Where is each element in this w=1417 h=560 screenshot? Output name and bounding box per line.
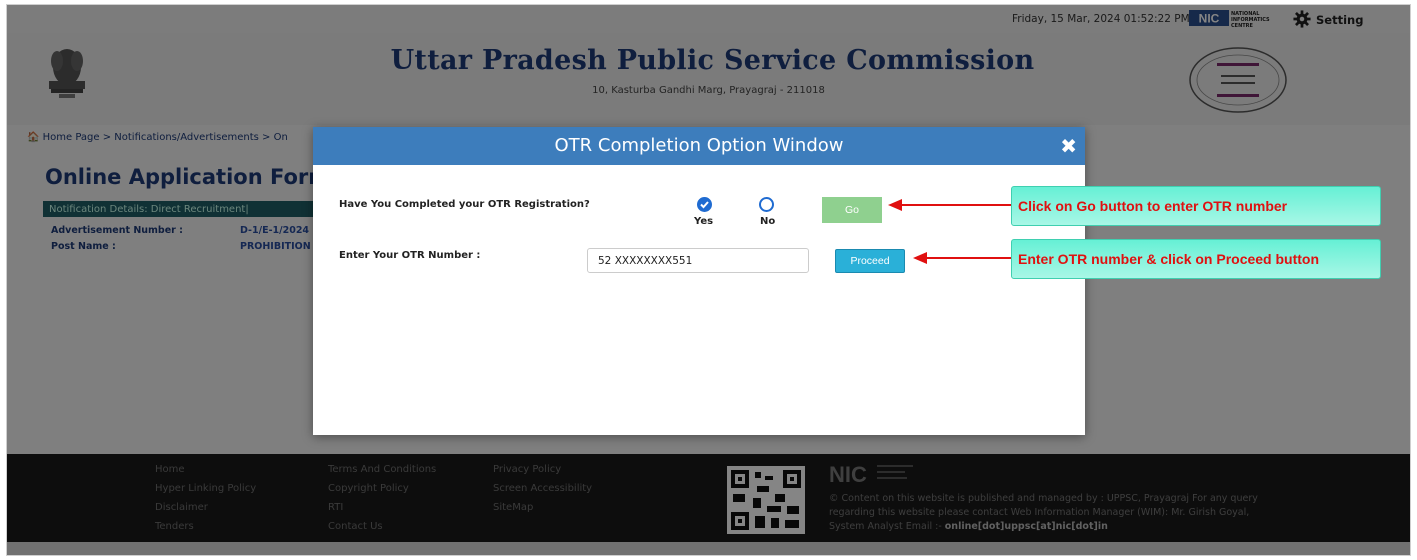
radio-no[interactable] — [759, 197, 774, 212]
radio-yes[interactable] — [697, 197, 712, 212]
proceed-button[interactable]: Proceed — [835, 249, 905, 273]
callout-proceed-instruction: Enter OTR number & click on Proceed butt… — [1011, 239, 1381, 279]
otr-number-label: Enter Your OTR Number : — [339, 250, 481, 261]
radio-no-label: No — [760, 216, 776, 227]
otr-number-input[interactable] — [587, 248, 809, 273]
arrow-to-go-icon — [888, 199, 1014, 211]
otr-completion-modal: OTR Completion Option Window ✖ Have You … — [313, 127, 1085, 435]
close-icon[interactable]: ✖ — [1060, 127, 1077, 165]
modal-title: OTR Completion Option Window — [554, 135, 844, 156]
otr-question-label: Have You Completed your OTR Registration… — [339, 199, 590, 210]
modal-header: OTR Completion Option Window ✖ — [313, 127, 1085, 165]
check-icon — [700, 201, 709, 209]
radio-yes-label: Yes — [694, 216, 714, 227]
callout-go-instruction: Click on Go button to enter OTR number — [1011, 186, 1381, 226]
go-button[interactable]: Go — [822, 197, 882, 223]
arrow-to-proceed-icon — [913, 252, 1014, 264]
